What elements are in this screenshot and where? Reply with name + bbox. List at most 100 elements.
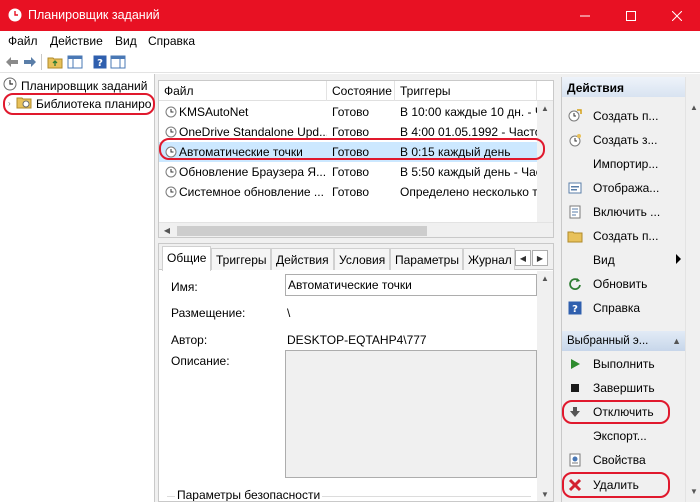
task-list: Файл Состояние Триггеры KMSAutoNet Готов…	[158, 80, 554, 238]
table-row[interactable]: KMSAutoNet Готово В 10:00 каждые 10 дн. …	[159, 102, 553, 122]
action-label: Обновить	[593, 277, 648, 291]
chevron-right-icon[interactable]: ›	[8, 99, 16, 108]
task-status: Готово	[332, 145, 370, 159]
scroll-down-arrow-icon[interactable]: ▼	[689, 487, 699, 497]
tab-actions[interactable]: Действия	[271, 248, 334, 270]
tree-item-library[interactable]: › Библиотека планиро	[8, 95, 154, 112]
tab-conditions[interactable]: Условия	[334, 248, 390, 270]
action-run[interactable]: Выполнить	[562, 352, 685, 376]
tab-history[interactable]: Журнал с	[463, 248, 515, 270]
action-label: Отключить	[593, 405, 654, 419]
tab-scroll-arrows: ◀ ▶	[515, 250, 549, 266]
selected-item-header-label: Выбранный э...	[567, 335, 649, 347]
action-end[interactable]: Завершить	[562, 376, 685, 400]
delete-icon	[567, 477, 583, 493]
action-refresh[interactable]: Обновить	[562, 272, 685, 296]
blank-icon	[567, 428, 583, 444]
task-trigger: В 4:00 01.05.1992 - Частота п	[400, 125, 537, 139]
svg-text:?: ?	[97, 58, 103, 69]
action-properties[interactable]: Свойства	[562, 448, 685, 472]
menu-file[interactable]: Файл	[8, 34, 38, 48]
action-label: Удалить	[593, 478, 639, 492]
action-create-basic-task[interactable]: Создать п...	[562, 104, 685, 128]
action-new-folder[interactable]: Создать п...	[562, 224, 685, 248]
task-icon	[165, 126, 177, 138]
back-icon[interactable]	[4, 54, 20, 70]
scroll-thumb[interactable]	[177, 226, 427, 236]
toolbar-separator	[41, 54, 42, 70]
column-header-name[interactable]: Файл	[159, 81, 327, 101]
action-enable-history[interactable]: Включить ...	[562, 200, 685, 224]
action-import[interactable]: Импортир...	[562, 152, 685, 176]
action-label: Свойства	[593, 453, 646, 467]
show-hide-tree-icon[interactable]	[67, 54, 83, 70]
task-details-pane: Общие Триггеры Действия Условия Параметр…	[158, 243, 554, 502]
table-row-selected[interactable]: Автоматические точки Готово В 0:15 кажды…	[159, 142, 553, 162]
title-bar: Планировщик заданий	[0, 0, 700, 31]
action-view[interactable]: Вид	[562, 248, 685, 272]
action-label: Справка	[593, 301, 641, 315]
menu-help[interactable]: Справка	[148, 34, 195, 48]
scroll-up-arrow-icon[interactable]: ▲	[689, 103, 699, 113]
show-hide-action-pane-icon[interactable]	[110, 54, 126, 70]
action-export[interactable]: Экспорт...	[562, 424, 685, 448]
menu-action[interactable]: Действие	[50, 34, 103, 48]
tab-triggers[interactable]: Триггеры	[211, 248, 271, 270]
clock-icon	[8, 8, 22, 22]
actions-vertical-scrollbar[interactable]: ▲ ▼	[685, 77, 700, 502]
forward-icon[interactable]	[22, 54, 38, 70]
tab-settings[interactable]: Параметры	[390, 248, 463, 270]
tab-scroll-left-icon[interactable]: ◀	[515, 250, 531, 266]
scroll-left-arrow-icon[interactable]: ◀	[162, 226, 172, 236]
task-trigger: В 10:00 каждые 10 дн. - Част	[400, 105, 537, 119]
menu-view[interactable]: Вид	[115, 34, 137, 48]
minimize-button[interactable]	[562, 0, 608, 31]
task-trigger: В 5:50 каждый день - Частот	[400, 165, 537, 179]
task-icon	[165, 166, 177, 178]
window-title: Планировщик заданий	[28, 8, 160, 22]
clock-icon	[3, 77, 17, 94]
tree-root-label: Планировщик заданий	[21, 78, 148, 93]
table-row[interactable]: Обновление Браузера Я... Готово В 5:50 к…	[159, 162, 553, 182]
submenu-arrow-icon	[676, 254, 681, 264]
action-display-running[interactable]: Отобража...	[562, 176, 685, 200]
scroll-up-arrow-icon[interactable]: ▲	[540, 104, 550, 114]
up-folder-icon[interactable]	[47, 54, 63, 70]
details-vertical-scrollbar[interactable]: ▲ ▼	[537, 271, 553, 501]
task-list-vertical-scrollbar[interactable]: ▲	[537, 101, 553, 222]
action-label: Отобража...	[593, 181, 660, 195]
enable-history-icon	[567, 204, 583, 220]
maximize-button[interactable]	[608, 0, 654, 31]
scroll-up-arrow-icon[interactable]: ▲	[540, 274, 550, 284]
action-label: Вид	[593, 253, 615, 267]
description-field[interactable]	[285, 350, 537, 478]
close-button[interactable]	[654, 0, 700, 31]
task-list-horizontal-scrollbar[interactable]: ◀	[159, 222, 553, 237]
help-icon[interactable]: ?	[92, 54, 108, 70]
column-header-status[interactable]: Состояние	[327, 81, 395, 101]
scroll-down-arrow-icon[interactable]: ▼	[540, 490, 550, 500]
table-row[interactable]: OneDrive Standalone Upd... Готово В 4:00…	[159, 122, 553, 142]
task-name: Обновление Браузера Я...	[179, 165, 327, 179]
action-help[interactable]: ? Справка	[562, 296, 685, 320]
tree-item-task-scheduler[interactable]: Планировщик заданий	[3, 77, 153, 94]
stop-icon	[567, 380, 583, 396]
task-list-header: Файл Состояние Триггеры	[159, 81, 553, 101]
tab-general[interactable]: Общие	[162, 246, 211, 271]
action-create-task[interactable]: Создать з...	[562, 128, 685, 152]
tab-scroll-right-icon[interactable]: ▶	[532, 250, 548, 266]
task-status: Готово	[332, 105, 370, 119]
table-row[interactable]: Системное обновление ... Готово Определе…	[159, 182, 553, 202]
collapse-up-icon[interactable]: ▲	[672, 336, 681, 346]
action-delete[interactable]: Удалить	[562, 473, 685, 497]
column-header-triggers[interactable]: Триггеры	[395, 81, 537, 101]
create-task-icon	[567, 132, 583, 148]
name-field[interactable]: Автоматические точки	[285, 274, 537, 296]
action-label: Создать п...	[593, 229, 659, 243]
navigation-tree: Планировщик заданий › Библиотека планиро	[0, 74, 155, 502]
task-status: Готово	[332, 125, 370, 139]
task-trigger: В 0:15 каждый день	[400, 145, 511, 159]
selected-item-header[interactable]: Выбранный э... ▲	[562, 331, 685, 351]
action-label: Экспорт...	[593, 429, 647, 443]
action-disable[interactable]: Отключить	[562, 400, 685, 424]
